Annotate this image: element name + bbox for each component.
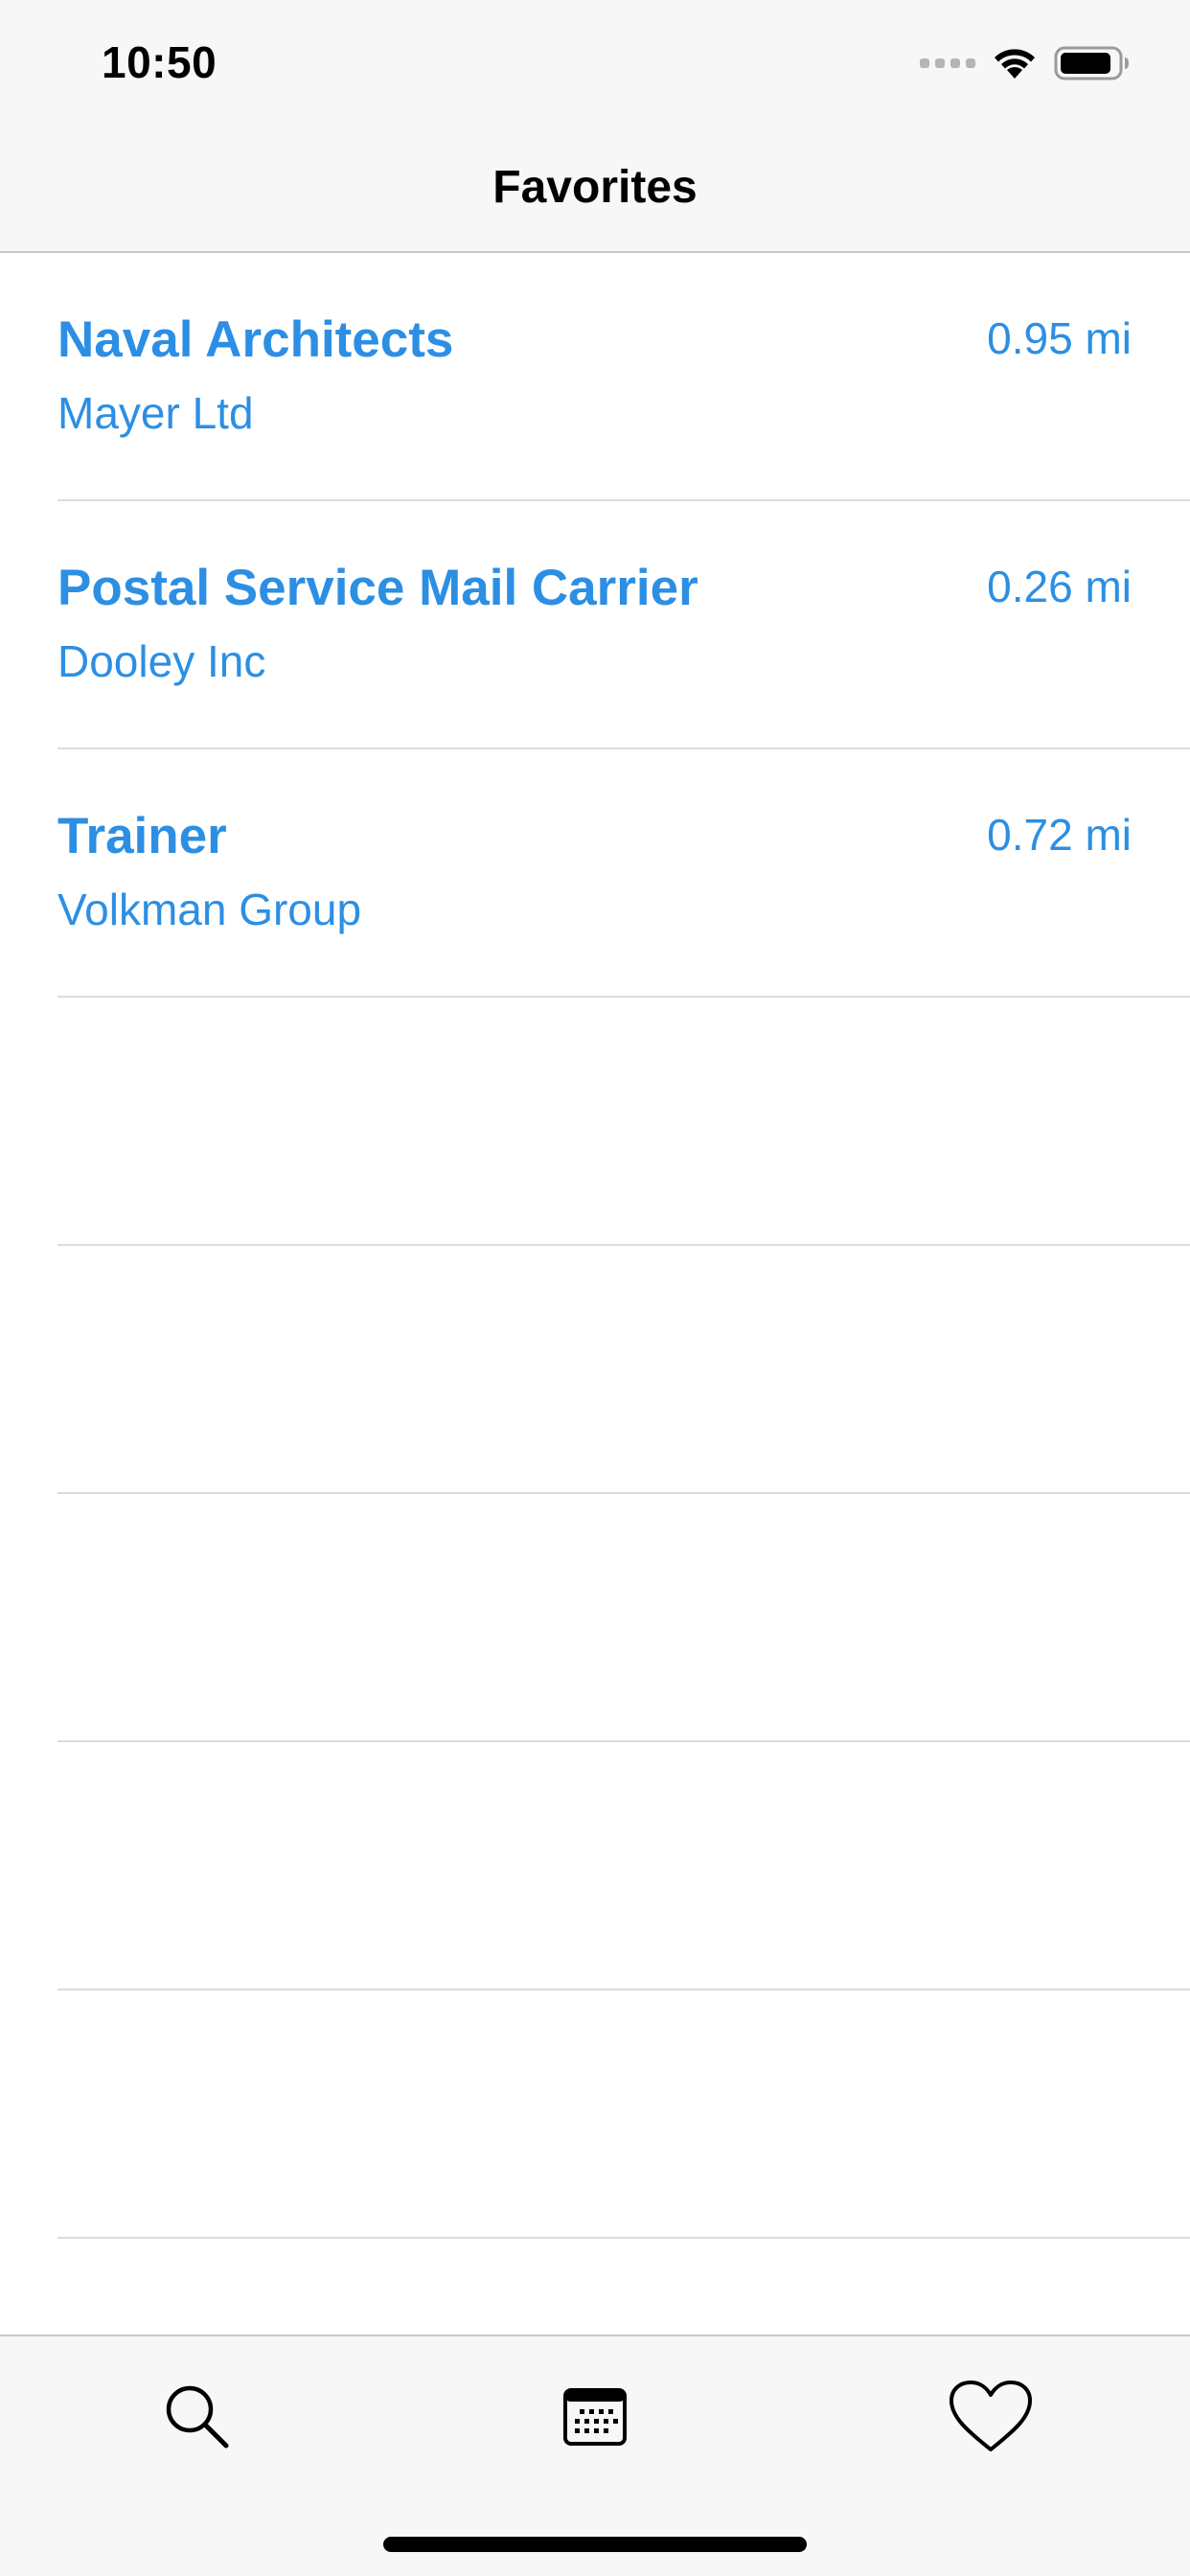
company-name: Mayer Ltd	[57, 388, 254, 438]
distance-label: 0.72 mi	[987, 810, 1132, 860]
tab-favorites[interactable]	[933, 2359, 1048, 2474]
favorites-list: Naval Architects Mayer Ltd 0.95 mi Posta…	[0, 253, 1190, 2487]
list-item[interactable]: Postal Service Mail Carrier Dooley Inc 0…	[57, 501, 1190, 749]
favorites-screen: 10:50 Favorites Naval Architects Mayer L…	[0, 0, 1190, 2576]
page-title: Favorites	[492, 162, 698, 213]
home-indicator[interactable]	[383, 2537, 807, 2552]
battery-icon	[1054, 46, 1129, 80]
empty-row	[57, 1246, 1190, 1494]
top-bar: 10:50 Favorites	[0, 0, 1190, 253]
distance-label: 0.95 mi	[987, 313, 1132, 363]
job-title: Naval Architects	[57, 311, 454, 368]
wifi-icon	[995, 49, 1035, 79]
empty-row	[57, 1494, 1190, 1742]
status-indicators	[920, 42, 1131, 84]
company-name: Volkman Group	[57, 885, 362, 934]
search-icon	[166, 2385, 229, 2449]
empty-row	[57, 998, 1190, 1246]
tab-search[interactable]	[140, 2359, 255, 2474]
empty-row	[57, 1742, 1190, 1990]
calendar-icon	[563, 2388, 627, 2446]
job-title: Trainer	[57, 808, 227, 864]
list-item[interactable]: Naval Architects Mayer Ltd 0.95 mi	[57, 253, 1190, 501]
status-time: 10:50	[102, 37, 217, 87]
company-name: Dooley Inc	[57, 636, 266, 686]
list-item[interactable]: Trainer Volkman Group 0.72 mi	[57, 749, 1190, 998]
job-title: Postal Service Mail Carrier	[57, 560, 698, 616]
cellular-signal-icon	[920, 58, 975, 68]
distance-label: 0.26 mi	[987, 562, 1132, 611]
heart-icon	[950, 2380, 1032, 2451]
empty-row	[57, 1990, 1190, 2239]
tab-calendar[interactable]	[538, 2359, 652, 2474]
